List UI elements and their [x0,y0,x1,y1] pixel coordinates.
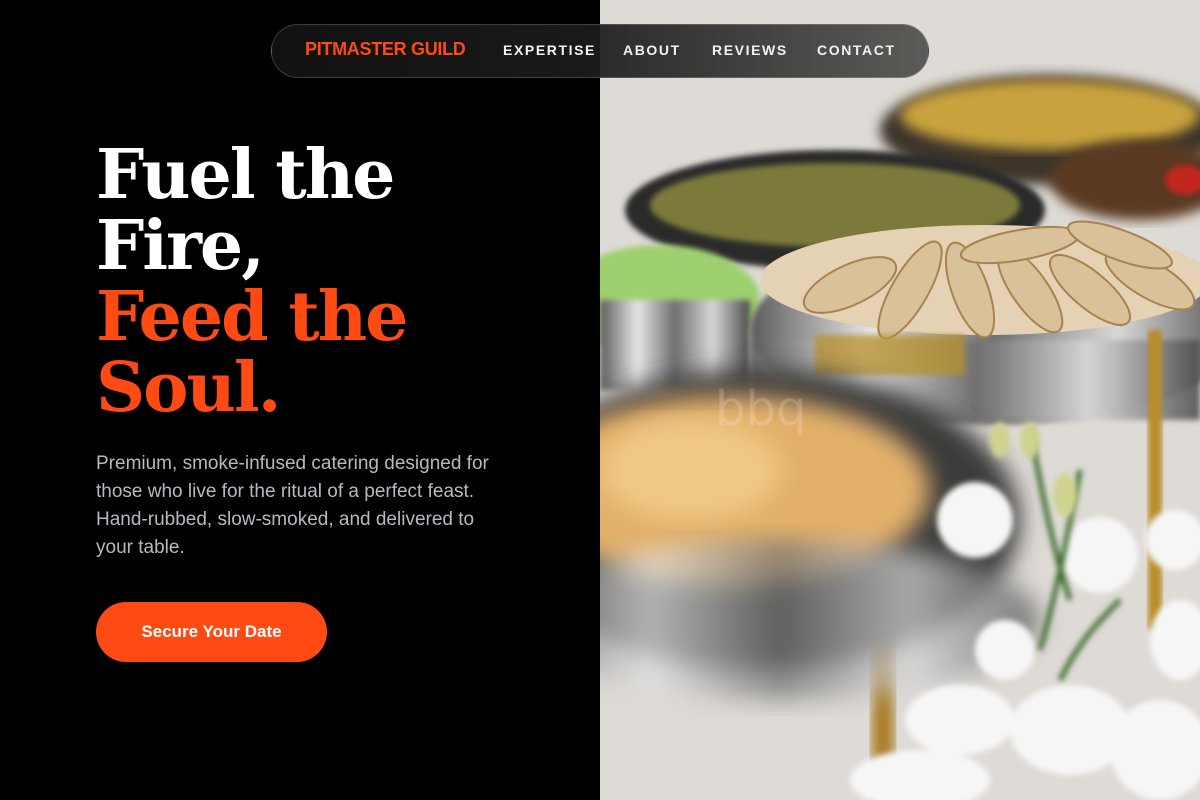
brand-logo-link[interactable]: PITMASTER GUILD [305,39,466,60]
headline-accent-line: Soul. [96,348,281,428]
buffet-photo: bbq [600,0,1200,800]
nav-link-contact[interactable]: CONTACT [817,42,896,58]
nav-link-reviews[interactable]: REVIEWS [712,42,788,58]
top-navigation: PITMASTER GUILD EXPERTISE ABOUT REVIEWS … [271,24,929,78]
headline-accent-line: Feed the [96,277,408,357]
headline-line: Fire, [96,206,265,286]
hero-food-image: bbq [600,0,1200,800]
hero-left-panel: Fuel the Fire, Feed the Soul. Premium, s… [0,0,600,800]
nav-link-about[interactable]: ABOUT [623,42,681,58]
image-watermark: bbq [715,381,806,437]
hero-headline: Fuel the Fire, Feed the Soul. [96,135,408,428]
hero-description: Premium, smoke-infused catering designed… [96,453,489,558]
secure-date-button[interactable]: Secure Your Date [96,602,327,662]
headline-line: Fuel the [96,135,395,215]
nav-link-expertise[interactable]: EXPERTISE [503,42,596,58]
